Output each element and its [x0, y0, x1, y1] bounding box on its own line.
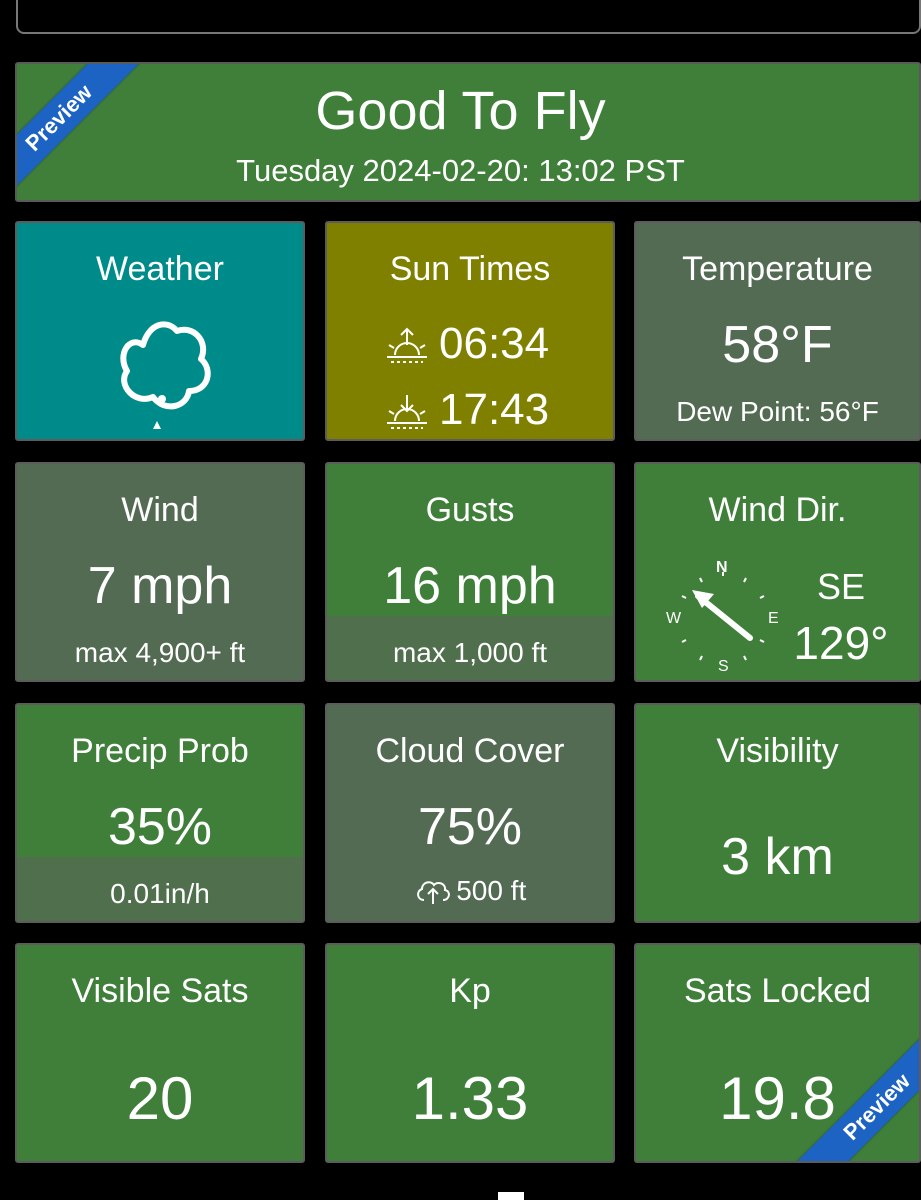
sats-locked-label: Sats Locked [683, 972, 872, 1010]
cloud-cover-tile[interactable]: Cloud Cover 75% 500 ft [325, 703, 615, 923]
precip-value: 35% [107, 798, 213, 856]
sunset-time: 17:43 [439, 385, 550, 434]
cloud-cover-label: Cloud Cover [375, 732, 565, 770]
weather-tile[interactable]: Weather [15, 221, 305, 441]
kp-value: 1.33 [411, 1065, 529, 1132]
compass-s: S [718, 658, 729, 675]
visibility-tile[interactable]: Visibility 3 km [634, 703, 921, 923]
visibility-value: 3 km [721, 828, 834, 886]
visibility-label: Visibility [716, 732, 839, 770]
compass-e: E [768, 610, 779, 627]
visible-sats-tile[interactable]: Visible Sats 20 [15, 943, 305, 1163]
kp-tile[interactable]: Kp 1.33 [325, 943, 615, 1163]
wind-direction-label: Wind Dir. [708, 491, 847, 529]
precip-rate: 0.01in/h [110, 878, 210, 909]
gusts-label: Gusts [425, 491, 515, 529]
cloud-base: 500 ft [456, 875, 527, 906]
gusts-max-altitude: max 1,000 ft [392, 637, 548, 668]
sun-times-label: Sun Times [389, 250, 551, 288]
cloud-upload-icon [416, 881, 450, 904]
sats-locked-tile[interactable]: Sats Locked 19.8 Preview [634, 943, 921, 1163]
wind-label: Wind [121, 491, 199, 529]
temperature-label: Temperature [682, 250, 873, 288]
wind-max-altitude: max 4,900+ ft [74, 637, 246, 668]
status-title: Good To Fly [315, 81, 606, 141]
compass-n: N [716, 559, 728, 576]
sunset-icon [387, 395, 427, 429]
sunrise-time: 06:34 [439, 319, 550, 368]
temperature-tile[interactable]: Temperature 58°F Dew Point: 56°F [634, 221, 921, 441]
status-timestamp: Tuesday 2024-02-20: 13:02 PST [236, 153, 685, 188]
gusts-value: 16 mph [383, 557, 557, 615]
top-input-bar [16, 0, 921, 34]
visible-sats-value: 20 [126, 1065, 194, 1132]
cloud-icon [120, 321, 211, 429]
cloud-cover-value: 75% [417, 798, 523, 856]
gusts-tile[interactable]: Gusts 16 mph max 1,000 ft [325, 462, 615, 682]
wind-cardinal: SE [816, 566, 866, 607]
bottom-handle [498, 1192, 524, 1200]
cloud-base-row: 500 ft [327, 875, 613, 907]
visible-sats-label: Visible Sats [71, 972, 249, 1010]
kp-label: Kp [449, 972, 491, 1010]
temperature-value: 58°F [722, 316, 833, 374]
precip-label: Precip Prob [71, 732, 249, 770]
compass-w: W [666, 610, 682, 627]
precip-tile[interactable]: Precip Prob 35% 0.01in/h [15, 703, 305, 923]
wind-tile[interactable]: Wind 7 mph max 4,900+ ft [15, 462, 305, 682]
sun-times-tile[interactable]: Sun Times 06:34 17:43 [325, 221, 615, 441]
sunrise-icon [387, 327, 427, 363]
wind-direction-tile[interactable]: Wind Dir. N E S W SE 129° [634, 462, 921, 682]
wind-degrees: 129° [793, 617, 889, 669]
wind-value: 7 mph [87, 557, 233, 615]
dew-point: Dew Point: 56°F [676, 396, 879, 427]
